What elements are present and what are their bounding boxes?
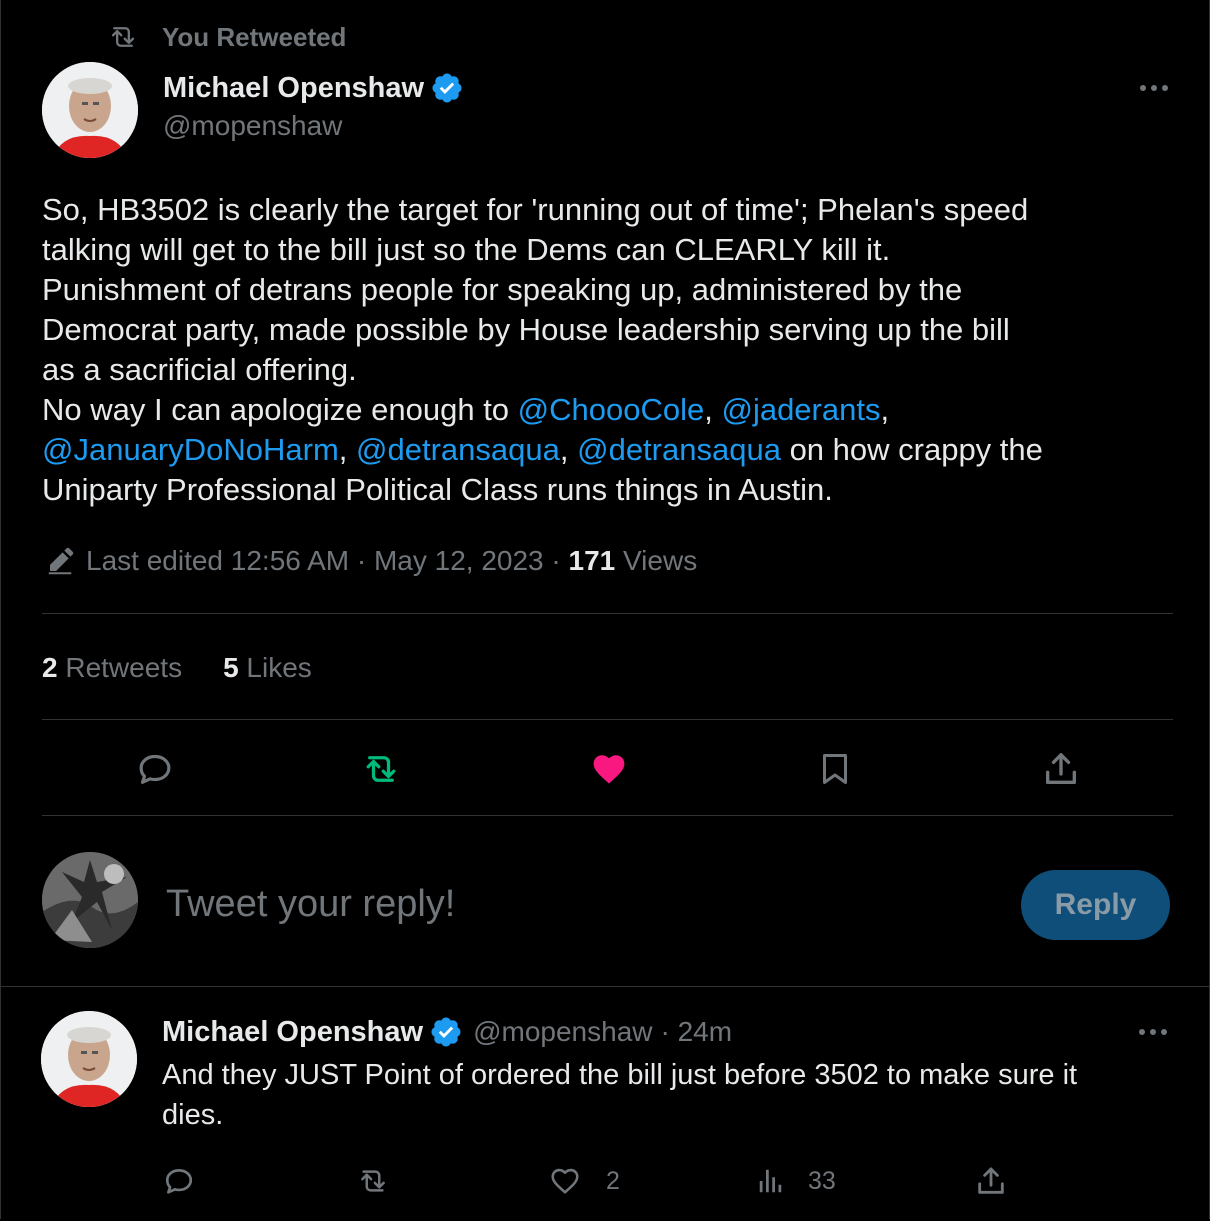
text-segment: on how crappy the	[780, 432, 1043, 467]
tweet-text: So, HB3502 is clearly the target for 'ru…	[42, 190, 1182, 510]
views-count: 171	[568, 545, 616, 576]
retweets-label: Retweets	[57, 652, 183, 683]
like-action[interactable]: 2	[546, 1162, 620, 1200]
retweet-banner: You Retweeted	[106, 20, 346, 54]
reply-header: Michael Openshaw @mopenshaw · 24m	[162, 1012, 732, 1052]
reply-icon[interactable]	[132, 746, 178, 792]
mention-link[interactable]: @ChoooCole	[518, 392, 705, 427]
author-block: Michael Openshaw @mopenshaw	[163, 68, 464, 142]
like-count: 2	[606, 1166, 620, 1195]
text-separator: ,	[880, 392, 890, 427]
reply-text-line: dies.	[162, 1099, 224, 1131]
likes-count: 5	[223, 652, 239, 683]
mention-link[interactable]: @JanuaryDoNoHarm	[42, 432, 339, 467]
author-handle[interactable]: @mopenshaw	[473, 1016, 652, 1048]
text-separator: ,	[704, 392, 722, 427]
tweet-text-line: So, HB3502 is clearly the target for 'ru…	[42, 192, 1029, 227]
author-handle[interactable]: @mopenshaw	[163, 110, 464, 142]
user-avatar[interactable]	[42, 852, 138, 948]
more-options-icon[interactable]	[1133, 1018, 1173, 1046]
analytics-icon	[754, 1162, 788, 1200]
author-name[interactable]: Michael Openshaw	[162, 1016, 423, 1049]
retweets-stat[interactable]: 2 Retweets	[42, 652, 182, 684]
views-label: Views	[615, 545, 698, 576]
bookmark-icon[interactable]	[812, 746, 858, 792]
tweet-stats: 2 Retweets 5 Likes	[42, 648, 312, 688]
likes-label: Likes	[238, 652, 312, 683]
tweet-text-line: Uniparty Professional Political Class ru…	[42, 472, 833, 507]
meta-separator: ·	[543, 545, 569, 576]
mention-link[interactable]: @jaderants	[721, 392, 880, 427]
tweet-meta: Last edited 12:56 AM · May 12, 2023 · 17…	[44, 542, 697, 580]
reply-timestamp[interactable]: · 24m	[660, 1016, 732, 1048]
reply-action-bar: 2 33	[160, 1160, 1180, 1202]
tweet-text-line: Punishment of detrans people for speakin…	[42, 272, 963, 307]
verified-badge-icon	[429, 1015, 463, 1049]
reply-text: And they JUST Point of ordered the bill …	[162, 1055, 1172, 1135]
reply-button[interactable]: Reply	[1021, 870, 1170, 940]
like-outline-icon	[546, 1162, 584, 1200]
views-count: 33	[808, 1166, 836, 1195]
section-divider	[0, 986, 1210, 987]
tweet-text-line: Democrat party, made possible by House l…	[42, 312, 1010, 347]
retweet-icon	[106, 20, 140, 54]
mention-link[interactable]: @detransaqua	[577, 432, 781, 467]
tweet-text-line: No way I can apologize enough to @ChoooC…	[42, 390, 1182, 430]
text-separator: ,	[338, 432, 357, 467]
text-segment: No way I can apologize enough to	[42, 392, 518, 427]
edited-timestamp[interactable]: Last edited 12:56 AM · May 12, 2023	[86, 545, 544, 577]
likes-stat[interactable]: 5 Likes	[223, 652, 312, 684]
divider	[42, 815, 1173, 816]
retweet-banner-label: You Retweeted	[162, 21, 347, 52]
text-separator: ,	[559, 432, 578, 467]
mention-link[interactable]: @detransaqua	[356, 432, 560, 467]
action-bar	[42, 740, 1173, 796]
reply-text-line: And they JUST Point of ordered the bill …	[162, 1059, 1078, 1091]
reply-icon[interactable]	[160, 1162, 198, 1200]
reply-input[interactable]: Tweet your reply!	[166, 880, 455, 928]
retweet-icon[interactable]	[358, 746, 404, 792]
share-icon[interactable]	[972, 1162, 1010, 1200]
avatar[interactable]	[42, 62, 138, 158]
edit-pencil-icon	[44, 545, 76, 577]
avatar[interactable]	[41, 1011, 137, 1107]
views-action[interactable]: 33	[754, 1162, 836, 1200]
tweet-text-line: @JanuaryDoNoHarm, @detransaqua, @detrans…	[42, 430, 1182, 470]
divider	[42, 613, 1173, 614]
retweets-count: 2	[42, 652, 58, 683]
more-options-icon[interactable]	[1134, 74, 1174, 102]
author-name[interactable]: Michael Openshaw	[163, 72, 424, 105]
retweet-icon[interactable]	[354, 1162, 392, 1200]
divider	[42, 719, 1173, 720]
share-icon[interactable]	[1038, 746, 1084, 792]
like-icon[interactable]	[586, 746, 632, 792]
verified-badge-icon	[430, 71, 464, 105]
tweet-text-line: talking will get to the bill just so the…	[42, 232, 891, 267]
tweet-text-line: as a sacrificial offering.	[42, 352, 357, 387]
